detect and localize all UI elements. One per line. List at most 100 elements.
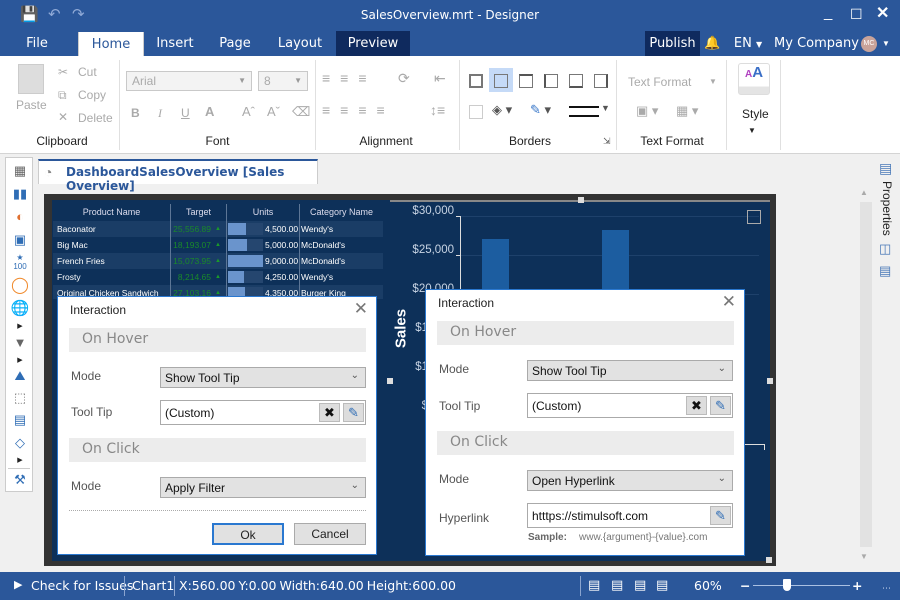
company-label[interactable]: My Company: [774, 31, 859, 56]
border-color-icon[interactable]: ✎ ▾: [530, 102, 551, 118]
minimize-icon[interactable]: _: [824, 4, 832, 22]
resize-grip-icon[interactable]: ⋯: [882, 584, 891, 594]
wrap-text-icon[interactable]: ⇤: [434, 70, 446, 87]
eraser-icon[interactable]: ⌫: [292, 104, 310, 120]
cut-button[interactable]: Cut: [78, 65, 97, 79]
text-format-select[interactable]: Text Format: [628, 75, 691, 89]
zoom-slider-track[interactable]: [753, 585, 850, 586]
vertical-scrollbar[interactable]: ▲ ▼: [858, 184, 874, 564]
table-row[interactable]: Frosty 8,214.65 ▲ 4,250.00 Wendy's: [53, 269, 383, 285]
expand-icon[interactable]: [747, 210, 761, 224]
zoom-100-icon[interactable]: ▤: [656, 578, 668, 593]
dialog-launcher-icon[interactable]: ⇲: [603, 136, 611, 147]
click-mode-select[interactable]: Apply Filter ⌄: [160, 477, 366, 498]
paste-icon[interactable]: [18, 64, 44, 94]
scroll-track[interactable]: [860, 202, 872, 547]
bell-icon[interactable]: 🔔: [704, 31, 720, 56]
publish-button[interactable]: Publish: [645, 31, 700, 56]
tooltip-input[interactable]: (Custom) ✖ ✎: [527, 393, 733, 418]
column-header[interactable]: Target: [171, 204, 226, 221]
right-border-icon[interactable]: [594, 74, 608, 88]
column-header[interactable]: Product Name: [53, 204, 170, 221]
chevron-down-icon[interactable]: ▼: [882, 39, 890, 48]
whole-page-icon[interactable]: ▤: [634, 578, 646, 593]
gauge-icon[interactable]: ◐: [10, 208, 30, 226]
clear-icon[interactable]: ✖: [686, 396, 707, 415]
chevron-down-icon[interactable]: ▼: [601, 103, 610, 113]
language-select[interactable]: EN ▼: [728, 31, 768, 56]
avatar[interactable]: MC: [861, 36, 877, 52]
resize-handle[interactable]: [766, 557, 772, 563]
ok-button[interactable]: Ok: [212, 523, 284, 545]
close-icon[interactable]: ✕: [722, 292, 736, 312]
properties-tab[interactable]: Properties: [880, 181, 894, 243]
left-border-icon[interactable]: [544, 74, 558, 88]
all-borders-icon[interactable]: [469, 74, 483, 88]
resize-handle[interactable]: [387, 378, 393, 384]
tab-file[interactable]: File: [12, 31, 62, 56]
dictionary-icon[interactable]: ◫: [879, 241, 891, 257]
delete-button[interactable]: Delete: [78, 111, 113, 125]
italic-button[interactable]: I: [158, 106, 162, 121]
text-icon[interactable]: ▤: [10, 411, 30, 429]
font-size-select[interactable]: 8 ▼: [258, 71, 308, 91]
tooltip-input[interactable]: (Custom) ✖ ✎: [160, 400, 366, 425]
close-icon[interactable]: ✕: [876, 5, 889, 23]
no-border-icon[interactable]: [469, 105, 483, 119]
rotate-icon[interactable]: ⟳: [398, 70, 410, 87]
table-row[interactable]: Baconator 25,556.89 ▲ 4,500.00 Wendy's: [53, 221, 383, 237]
zoom-slider-thumb[interactable]: [782, 579, 791, 591]
edit-pencil-icon[interactable]: ✎: [710, 506, 731, 525]
line-spacing-icon[interactable]: ↕≡: [430, 102, 445, 118]
chart-icon[interactable]: ▮▮: [10, 185, 30, 203]
scroll-up-icon[interactable]: ▲: [860, 188, 868, 197]
check-issues-button[interactable]: Check for Issues: [31, 578, 133, 593]
click-mode-select[interactable]: Open Hyperlink ⌄: [527, 470, 733, 491]
edit-pencil-icon[interactable]: ✎: [343, 403, 364, 422]
indicator-icon[interactable]: ★ 100: [10, 253, 30, 271]
scroll-down-icon[interactable]: ▼: [860, 552, 868, 561]
filter-icon[interactable]: ▼: [10, 334, 30, 352]
date-format-icon[interactable]: ▦ ▾: [676, 103, 698, 119]
table-row[interactable]: Big Mac 18,193.07 ▲ 5,000.00 McDonald's: [53, 237, 383, 253]
grow-font-icon[interactable]: Aˆ: [242, 104, 255, 119]
bold-button[interactable]: B: [131, 106, 140, 120]
tab-home[interactable]: Home: [78, 32, 144, 57]
table-icon[interactable]: ▦: [10, 162, 30, 180]
zoom-out-icon[interactable]: −: [740, 578, 750, 593]
tab-insert[interactable]: Insert: [148, 31, 202, 56]
hover-mode-select[interactable]: Show Tool Tip ⌄: [160, 367, 366, 388]
fit-height-icon[interactable]: ▤: [611, 578, 623, 593]
outside-border-icon[interactable]: [494, 74, 508, 88]
resize-handle[interactable]: [767, 378, 773, 384]
fit-width-icon[interactable]: ▤: [588, 578, 600, 593]
vertical-align-icons[interactable]: ≡≡≡: [322, 70, 377, 86]
font-color-button[interactable]: A: [205, 104, 214, 119]
cancel-button[interactable]: Cancel: [294, 523, 366, 545]
pivot-table-icon[interactable]: ▣: [10, 231, 30, 249]
resize-handle[interactable]: [578, 197, 584, 203]
paste-button[interactable]: Paste: [16, 98, 47, 112]
tab-preview[interactable]: Preview: [336, 31, 410, 56]
bottom-border-icon[interactable]: [569, 74, 583, 88]
copy-button[interactable]: Copy: [78, 88, 106, 102]
horizontal-align-icons[interactable]: ≡≡≡≡: [322, 102, 395, 118]
close-icon[interactable]: ✕: [354, 299, 368, 319]
border-style-icon[interactable]: [569, 106, 599, 117]
tab-page[interactable]: Page: [210, 31, 260, 56]
hover-mode-select[interactable]: Show Tool Tip ⌄: [527, 360, 733, 381]
clear-icon[interactable]: ✖: [319, 403, 340, 422]
maximize-icon[interactable]: ☐: [850, 5, 863, 23]
tools-icon[interactable]: ⚒: [10, 471, 30, 489]
underline-button[interactable]: U: [181, 106, 190, 120]
style-button[interactable]: Style: [742, 107, 769, 121]
document-tab[interactable]: ◔ DashboardSalesOverview [Sales Overview…: [38, 159, 318, 193]
column-header[interactable]: Units: [227, 204, 299, 221]
zoom-in-icon[interactable]: +: [852, 578, 862, 593]
fill-color-icon[interactable]: ◈ ▾: [492, 102, 512, 118]
column-header[interactable]: Category Name: [300, 204, 383, 221]
shape-icon[interactable]: ◇: [10, 434, 30, 452]
panel-icon[interactable]: ⬚: [10, 389, 30, 407]
map-icon[interactable]: 🌐: [10, 300, 30, 318]
image-icon[interactable]: ⛰: [10, 367, 30, 385]
